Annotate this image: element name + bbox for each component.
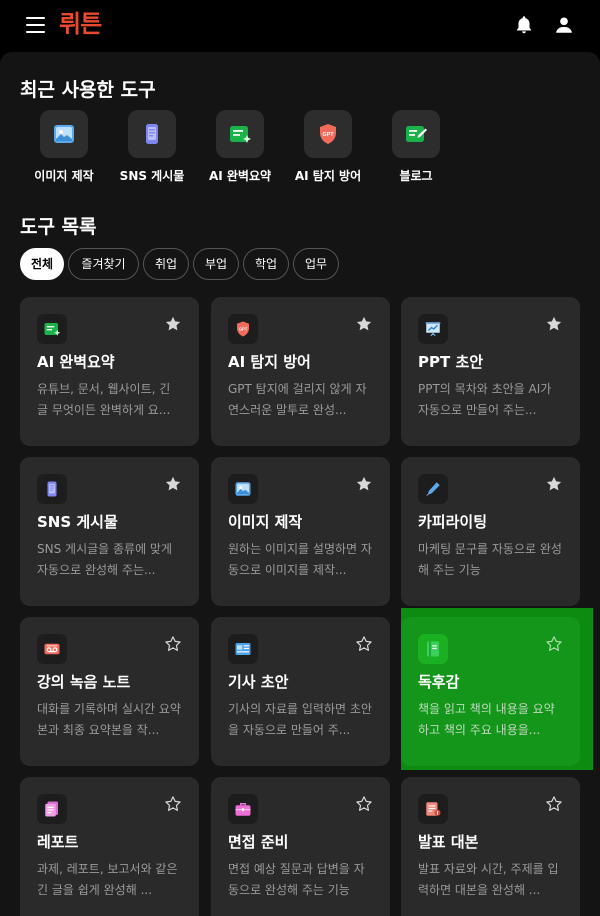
newspaper-icon [228,634,258,664]
recent-tool-label: 블로그 [399,169,433,183]
recent-tool-label: SNS 게시물 [119,169,185,183]
tool-card-lecture-notes[interactable]: 강의 녹음 노트 대화를 기록하며 실시간 요약본과 최종 요약본을 작... [20,617,199,766]
svg-text:GPT: GPT [239,327,248,332]
star-outline-icon[interactable] [164,795,182,813]
star-filled-icon[interactable] [545,315,563,333]
star-outline-icon[interactable] [545,635,563,653]
recent-tool-summary[interactable]: AI 완벽요약 [200,110,280,184]
recent-tool-ai-defense[interactable]: GPT AI 탐지 방어 [288,110,368,184]
svg-text:GPT: GPT [322,132,334,138]
gpt-shield-icon: GPT [304,110,352,158]
recent-section-title: 최근 사용한 도구 [20,79,156,101]
tool-card-title: 카피라이팅 [418,513,488,531]
phone-icon [37,474,67,504]
star-filled-icon[interactable] [545,475,563,493]
star-outline-icon[interactable] [355,635,373,653]
image-icon [40,110,88,158]
recent-tool-label: AI 탐지 방어 [294,169,362,183]
tool-card-description: 마케팅 문구를 자동으로 완성해 주는 기능 [418,542,562,577]
recent-tool-label: 이미지 제작 [34,169,94,183]
bell-icon[interactable] [513,14,535,36]
user-icon[interactable] [553,14,575,36]
tool-card-description: PPT의 목차와 초안을 AI가 자동으로 만들어 주는... [418,382,552,417]
tool-card-description: 과제, 레포트, 보고서와 같은 긴 글을 쉽게 완성해 ... [37,862,178,897]
star-filled-icon[interactable] [164,315,182,333]
star-outline-icon[interactable] [355,795,373,813]
tool-card-ai-defense[interactable]: GPT AI 탐지 방어 GPT 탐지에 걸리지 않게 자연스러운 말투로 완성… [211,297,390,446]
tool-card-description: 면접 예상 질문과 답변을 자동으로 완성해 주는 기능 [228,862,365,897]
script-icon [418,794,448,824]
pen-icon [418,474,448,504]
tool-card-ai-summary[interactable]: AI 완벽요약 유튜브, 문서, 웹사이트, 긴 글 무엇이든 완벽하게 요..… [20,297,199,446]
star-outline-icon[interactable] [164,635,182,653]
filter-chip-job[interactable]: 취업 [143,248,189,280]
tool-card-title: AI 탐지 방어 [228,353,311,371]
top-bar: 뤼튼 [0,0,600,50]
tool-card-description: 책을 읽고 책의 내용을 요약하고 책의 주요 내용을... [418,702,555,737]
star-filled-icon[interactable] [355,315,373,333]
report-icon [37,794,67,824]
tool-card-title: SNS 게시물 [37,513,118,531]
tools-section-title: 도구 목록 [20,216,97,238]
tool-card-title: 기사 초안 [228,673,289,691]
tool-card-title: PPT 초안 [418,353,484,371]
recent-tool-blog[interactable]: 블로그 [376,110,456,184]
star-filled-icon[interactable] [164,475,182,493]
filter-chip-favorites[interactable]: 즐겨찾기 [68,248,139,280]
phone-icon [128,110,176,158]
tool-card-title: 독후감 [418,673,460,691]
tool-card-report[interactable]: 레포트 과제, 레포트, 보고서와 같은 긴 글을 쉽게 완성해 ... [20,777,199,916]
star-outline-icon[interactable] [545,795,563,813]
tool-card-interview-prep[interactable]: 면접 준비 면접 예상 질문과 답변을 자동으로 완성해 주는 기능 [211,777,390,916]
tool-card-title: 강의 녹음 노트 [37,673,131,691]
tool-card-description: 원하는 이미지를 설명하면 자동으로 이미지를 제작... [228,542,372,577]
summary-icon [216,110,264,158]
tool-card-image-generation[interactable]: 이미지 제작 원하는 이미지를 설명하면 자동으로 이미지를 제작... [211,457,390,606]
tool-card-description: 대화를 기록하며 실시간 요약본과 최종 요약본을 작... [37,702,181,737]
tool-card-title: 면접 준비 [228,833,289,851]
blog-edit-icon [392,110,440,158]
image-icon [228,474,258,504]
filter-chip-study[interactable]: 학업 [243,248,289,280]
gpt-shield-icon: GPT [228,314,258,344]
tool-card-ppt-draft[interactable]: PPT 초안 PPT의 목차와 초안을 AI가 자동으로 만들어 주는... [401,297,580,446]
tool-card-description: 유튜브, 문서, 웹사이트, 긴 글 무엇이든 완벽하게 요... [37,382,171,417]
summary-icon [37,314,67,344]
book-icon [418,634,448,664]
tool-card-description: 기사의 자료를 입력하면 초안을 자동으로 만들어 주... [228,702,372,737]
tool-card-title: 레포트 [37,833,79,851]
tool-card-description: GPT 탐지에 걸리지 않게 자연스러운 말투로 완성... [228,382,367,417]
recent-tool-sns[interactable]: SNS 게시물 [112,110,192,184]
star-filled-icon[interactable] [355,475,373,493]
briefcase-icon [228,794,258,824]
filter-chip-sidejob[interactable]: 부업 [193,248,239,280]
presentation-icon [418,314,448,344]
tool-card-book-report[interactable]: 독후감 책을 읽고 책의 내용을 요약하고 책의 주요 내용을... [401,617,580,766]
recorder-icon [37,634,67,664]
recent-tool-label: AI 완벽요약 [208,169,272,183]
tool-card-title: AI 완벽요약 [37,353,115,371]
tool-card-article-draft[interactable]: 기사 초안 기사의 자료를 입력하면 초안을 자동으로 만들어 주... [211,617,390,766]
recent-tool-image[interactable]: 이미지 제작 [24,110,104,184]
tool-card-presentation-script[interactable]: 발표 대본 발표 자료와 시간, 주제를 입력하면 대본을 완성해 ... [401,777,580,916]
tool-card-title: 이미지 제작 [228,513,303,531]
tool-card-copywriting[interactable]: 카피라이팅 마케팅 문구를 자동으로 완성해 주는 기능 [401,457,580,606]
tool-card-description: 발표 자료와 시간, 주제를 입력하면 대본을 완성해 ... [418,862,559,897]
tool-card-description: SNS 게시글을 종류에 맞게 자동으로 완성해 주는... [37,542,173,577]
tool-card-sns-post[interactable]: SNS 게시물 SNS 게시글을 종류에 맞게 자동으로 완성해 주는... [20,457,199,606]
filter-chip-work[interactable]: 업무 [293,248,339,280]
app-logo[interactable]: 뤼튼 [59,8,102,40]
hamburger-icon[interactable] [26,16,46,34]
filter-chip-all[interactable]: 전체 [20,248,64,280]
tool-card-title: 발표 대본 [418,833,479,851]
